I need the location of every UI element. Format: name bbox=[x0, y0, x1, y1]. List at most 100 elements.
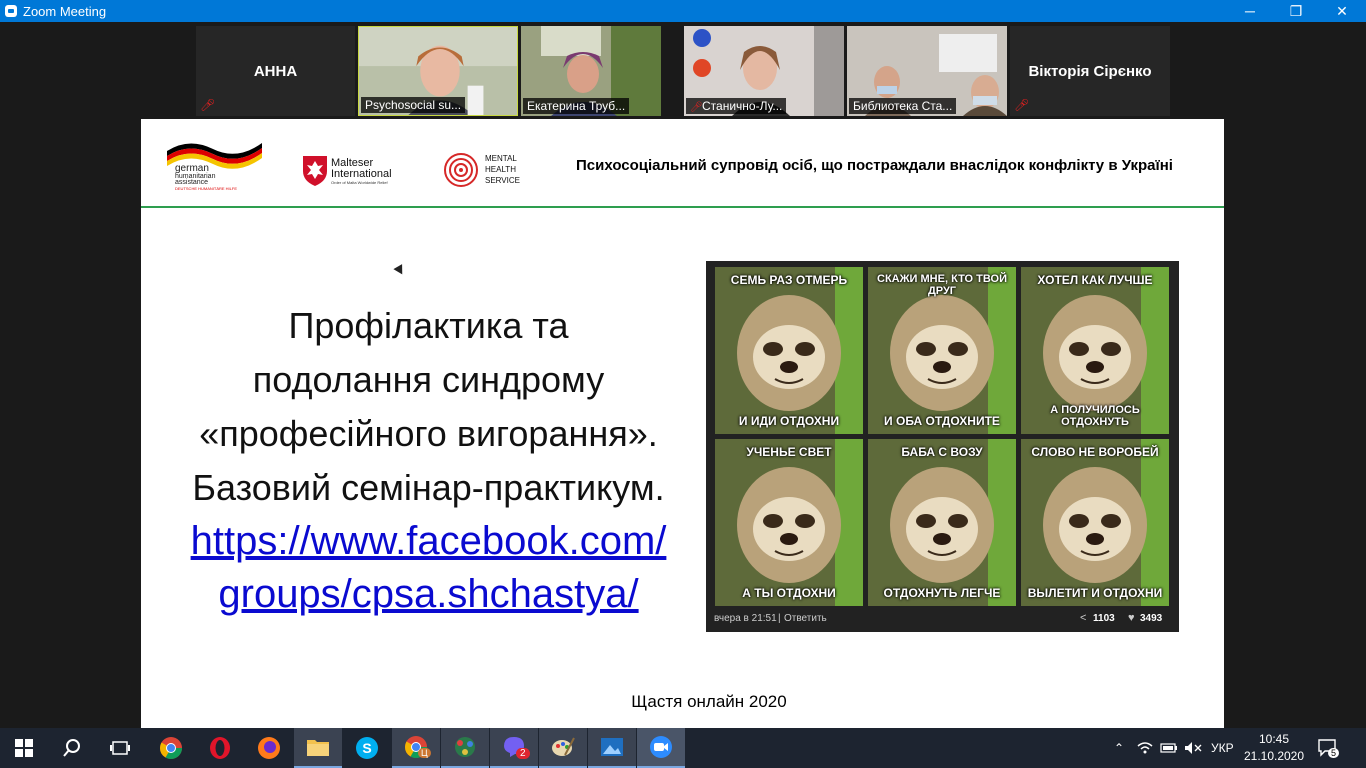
taskbar-firefox[interactable] bbox=[245, 728, 293, 768]
mic-muted-icon: 🎤︎ bbox=[200, 98, 216, 112]
taskbar-paint[interactable] bbox=[539, 728, 587, 768]
show-hidden-icons-chevron-icon[interactable]: ⌃ bbox=[1114, 728, 1124, 768]
slide-title-line: Базовий семінар-практикум. bbox=[192, 467, 665, 508]
clock-date: 21.10.2020 bbox=[1243, 749, 1305, 763]
shared-slide: german humanitarian assistance DEUTSCHE … bbox=[141, 119, 1224, 728]
meme-cell: БАБА С ВОЗУ ОТДОХНУТЬ ЛЕГЧЕ bbox=[868, 439, 1016, 606]
input-language[interactable]: УКР bbox=[1211, 728, 1234, 768]
profile-badge: Ц bbox=[418, 748, 431, 758]
mic-muted-icon: 🎤︎ bbox=[1014, 98, 1030, 112]
meme-cell: УЧЕНЬЕ СВЕТ А ТЫ ОТДОХНИ bbox=[715, 439, 863, 606]
svg-text:Order of Malta Worldwide Relie: Order of Malta Worldwide Relief bbox=[331, 180, 389, 185]
participant-tile[interactable]: АННА 🎤︎ bbox=[196, 26, 355, 116]
battery-icon[interactable] bbox=[1160, 728, 1178, 768]
mental-health-service-logo: MENTAL HEALTH SERVICE bbox=[444, 153, 520, 187]
search-button[interactable] bbox=[48, 728, 96, 768]
taskbar-zoom[interactable] bbox=[637, 728, 685, 768]
slide-footer: Щастя онлайн 2020 bbox=[631, 692, 787, 711]
paint-icon bbox=[552, 737, 575, 756]
task-view-button[interactable] bbox=[96, 728, 144, 768]
meme-reply-link: Ответить bbox=[784, 613, 827, 624]
slide-title-line: Профілактика та bbox=[288, 305, 569, 346]
svg-text:HEALTH: HEALTH bbox=[485, 165, 516, 174]
clock-time: 10:45 bbox=[1258, 732, 1290, 746]
meme-cell: ХОТЕЛ КАК ЛУЧШЕ А ПОЛУЧИЛОСЬ ОТДОХНУТЬ bbox=[1021, 267, 1169, 434]
meme-bottom-caption: И ОБА ОТДОХНИТЕ bbox=[884, 414, 1000, 428]
like-count: 3493 bbox=[1140, 613, 1163, 624]
link-line: groups/cpsa.shchastya/ bbox=[218, 572, 639, 616]
participant-tile[interactable]: 🎤︎Станично-Лу... bbox=[684, 26, 844, 116]
taskbar-skype[interactable]: S bbox=[343, 728, 391, 768]
start-button[interactable] bbox=[0, 728, 48, 768]
firefox-icon bbox=[258, 737, 280, 759]
share-icon: < bbox=[1080, 612, 1087, 624]
participant-name: Psychosocial su... bbox=[361, 97, 466, 113]
german-humanitarian-assistance-logo: german humanitarian assistance DEUTSCHE … bbox=[167, 143, 262, 191]
meme-cell: СЕМЬ РАЗ ОТМЕРЬ И ИДИ ОТДОХНИ bbox=[715, 267, 863, 434]
participant-tile[interactable]: Вікторія Сірєнко 🎤︎ bbox=[1010, 26, 1170, 116]
facebook-group-link[interactable]: https://www.facebook.com/ groups/cpsa.sh… bbox=[141, 515, 716, 621]
sloth-picture bbox=[868, 439, 1016, 606]
participant-name: 🎤︎Станично-Лу... bbox=[686, 98, 787, 114]
meme-bottom-caption: ОТДОХНУТЬ ЛЕГЧЕ bbox=[883, 586, 1001, 600]
meme-bottom-caption: И ИДИ ОТДОХНИ bbox=[738, 414, 840, 428]
network-icon[interactable] bbox=[1137, 728, 1153, 768]
participant-name: Екатерина Труб... bbox=[523, 98, 630, 114]
restore-button[interactable]: ❐ bbox=[1273, 0, 1319, 22]
windows-taskbar: S Ц 2 ⌃ УКР 10:45 21.10.2020 5 bbox=[0, 728, 1366, 768]
sloth-picture bbox=[1021, 439, 1169, 606]
taskbar-file-explorer[interactable] bbox=[294, 728, 342, 768]
meme-bottom-caption: ВЫЛЕТИТ И ОТДОХНИ bbox=[1027, 586, 1163, 600]
skype-icon: S bbox=[356, 737, 378, 759]
malteser-international-logo: Malteser International Order of Malta Wo… bbox=[303, 156, 392, 186]
search-icon bbox=[63, 739, 80, 757]
svg-text:MENTAL: MENTAL bbox=[485, 154, 517, 163]
meme-top-caption: СКАЖИ МНЕ, КТО ТВОЙ ДРУГ bbox=[877, 273, 1007, 297]
taskbar-viber[interactable]: 2 bbox=[490, 728, 538, 768]
window-titlebar: Zoom Meeting bbox=[0, 0, 1366, 22]
participant-tile[interactable]: Екатерина Труб... bbox=[521, 26, 661, 116]
taskbar-photos[interactable] bbox=[588, 728, 636, 768]
participant-name: Вікторія Сірєнко bbox=[1028, 62, 1152, 80]
chrome-icon bbox=[160, 737, 182, 759]
taskbar-opera[interactable] bbox=[196, 728, 244, 768]
taskbar-chrome[interactable] bbox=[147, 728, 195, 768]
taskbar-network-app[interactable] bbox=[441, 728, 489, 768]
meme-cell: СКАЖИ МНЕ, КТО ТВОЙ ДРУГ И ОБА ОТДОХНИТЕ bbox=[868, 267, 1016, 434]
action-center-button[interactable]: 5 bbox=[1318, 728, 1340, 768]
taskbar-chrome-profile[interactable]: Ц bbox=[392, 728, 440, 768]
viber-badge: 2 bbox=[516, 748, 530, 759]
share-count: 1103 bbox=[1093, 613, 1115, 624]
opera-icon bbox=[210, 737, 230, 759]
minimize-button[interactable]: ─ bbox=[1227, 0, 1273, 22]
sloth-picture bbox=[715, 439, 863, 606]
meme-bottom-caption: А ТЫ ОТДОХНИ bbox=[742, 586, 836, 600]
taskbar-clock[interactable]: 10:45 21.10.2020 bbox=[1236, 731, 1312, 765]
window-title: Zoom Meeting bbox=[23, 3, 107, 19]
close-button[interactable]: ✕ bbox=[1319, 0, 1365, 22]
notification-count-badge: 5 bbox=[1328, 748, 1340, 758]
participant-tile[interactable]: Библиотека Ста... bbox=[847, 26, 1007, 116]
folder-icon bbox=[307, 740, 329, 756]
meme-top-caption: СЛОВО НЕ ВОРОБЕЙ bbox=[1031, 445, 1159, 459]
participant-tile[interactable]: Psychosocial su... bbox=[358, 26, 518, 116]
svg-text:assistance: assistance bbox=[175, 179, 208, 186]
volume-muted-icon[interactable] bbox=[1184, 728, 1202, 768]
sloth-meme-image: СЕМЬ РАЗ ОТМЕРЬ И ИДИ ОТДОХНИ СКАЖИ МНЕ,… bbox=[706, 261, 1179, 632]
svg-text:SERVICE: SERVICE bbox=[485, 176, 520, 185]
slide-title: Профілактика та подолання синдрому «проф… bbox=[141, 299, 716, 621]
zoom-icon bbox=[650, 736, 672, 758]
photos-icon bbox=[601, 738, 623, 756]
sloth-picture bbox=[715, 267, 863, 434]
svg-text:DEUTSCHE HUMANITÄRE HILFE: DEUTSCHE HUMANITÄRE HILFE bbox=[175, 186, 237, 191]
meme-top-caption: ХОТЕЛ КАК ЛУЧШЕ bbox=[1037, 273, 1153, 287]
participant-name: Библиотека Ста... bbox=[849, 98, 957, 114]
meme-separator: | bbox=[778, 613, 781, 624]
meme-top-caption: БАБА С ВОЗУ bbox=[901, 445, 983, 459]
link-line: https://www.facebook.com/ bbox=[190, 519, 667, 563]
meme-top-caption: СЕМЬ РАЗ ОТМЕРЬ bbox=[730, 273, 848, 287]
svg-text:International: International bbox=[331, 168, 392, 180]
network-globe-icon bbox=[455, 737, 475, 757]
participant-name: АННА bbox=[253, 62, 298, 80]
slide-header-title: Психосоціальний супровід осіб, що постра… bbox=[576, 157, 1173, 174]
